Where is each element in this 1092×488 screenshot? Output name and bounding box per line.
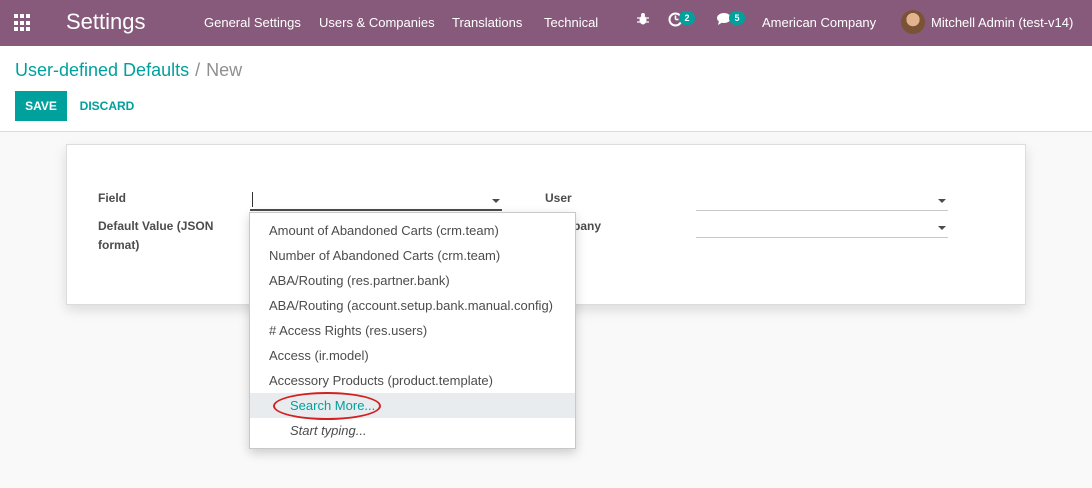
dropdown-option[interactable]: Amount of Abandoned Carts (crm.team) <box>250 218 575 243</box>
field-label: Field <box>98 191 127 205</box>
user-dropdown-caret-icon[interactable] <box>938 199 946 203</box>
breadcrumb-parent-link[interactable]: User-defined Defaults <box>15 60 189 80</box>
save-button[interactable]: SAVE <box>15 91 67 121</box>
field-autocomplete-dropdown: Amount of Abandoned Carts (crm.team) Num… <box>249 212 576 449</box>
user-input[interactable] <box>696 189 948 211</box>
apps-menu-icon[interactable] <box>14 14 32 32</box>
dropdown-option[interactable]: ABA/Routing (res.partner.bank) <box>250 268 575 293</box>
debug-bug-icon[interactable] <box>636 12 650 29</box>
menu-general-settings[interactable]: General Settings <box>204 15 301 30</box>
text-cursor <box>252 192 253 207</box>
breadcrumb: User-defined Defaults / New <box>15 60 242 81</box>
dropdown-option[interactable]: Number of Abandoned Carts (crm.team) <box>250 243 575 268</box>
field-input[interactable] <box>250 189 502 211</box>
start-typing-hint: Start typing... <box>290 423 367 438</box>
control-panel: User-defined Defaults / New SAVE DISCARD <box>0 46 1092 132</box>
messages-badge: 5 <box>729 11 745 25</box>
menu-technical[interactable]: Technical <box>544 15 598 30</box>
default-value-label-line2: format) <box>98 238 140 252</box>
company-dropdown-caret-icon[interactable] <box>938 226 946 230</box>
company-label: pany <box>573 219 602 233</box>
menu-translations[interactable]: Translations <box>452 15 522 30</box>
company-input[interactable] <box>696 216 948 238</box>
dropdown-option[interactable]: # Access Rights (res.users) <box>250 318 575 343</box>
discard-button[interactable]: DISCARD <box>72 91 142 121</box>
user-avatar[interactable] <box>901 10 925 34</box>
menu-users-companies[interactable]: Users & Companies <box>319 15 435 30</box>
dropdown-option[interactable]: Access (ir.model) <box>250 343 575 368</box>
field-dropdown-caret-icon[interactable] <box>492 199 500 203</box>
dropdown-option[interactable]: ABA/Routing (account.setup.bank.manual.c… <box>250 293 575 318</box>
default-value-label-line1: Default Value (JSON <box>98 219 214 233</box>
user-label: User <box>545 191 572 205</box>
dropdown-option[interactable]: Accessory Products (product.template) <box>250 368 575 393</box>
company-switcher[interactable]: American Company <box>762 15 876 30</box>
user-menu[interactable]: Mitchell Admin (test-v14) <box>931 15 1073 30</box>
breadcrumb-current: New <box>206 60 243 80</box>
search-more-option[interactable]: Search More... <box>250 393 575 418</box>
app-title: Settings <box>66 9 146 34</box>
breadcrumb-separator: / <box>195 60 201 80</box>
activities-badge: 2 <box>679 11 695 25</box>
top-navbar: Settings General Settings Users & Compan… <box>0 0 1092 46</box>
